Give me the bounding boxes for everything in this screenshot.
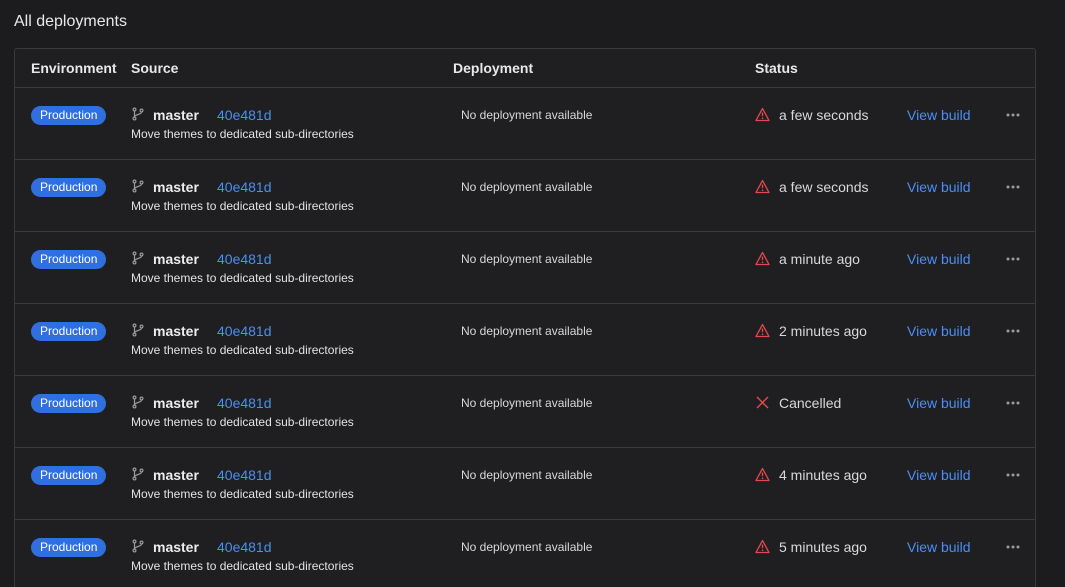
commit-message: Move themes to dedicated sub-directories: [131, 271, 354, 285]
environment-badge: Production: [31, 538, 107, 557]
git-branch-icon: [132, 107, 144, 121]
status-text: a few seconds: [779, 179, 869, 195]
warning-icon: [755, 179, 770, 194]
deployment-status: No deployment available: [461, 180, 593, 194]
warning-icon: [755, 467, 770, 482]
status-text: 5 minutes ago: [779, 539, 867, 555]
commit-message: Move themes to dedicated sub-directories: [131, 559, 354, 573]
view-build-link[interactable]: View build: [907, 539, 971, 555]
view-build-link[interactable]: View build: [907, 395, 971, 411]
status-text: 2 minutes ago: [779, 323, 867, 339]
status-text: a minute ago: [779, 251, 860, 267]
environment-badge: Production: [31, 178, 107, 197]
deployments-table: Environment Source Deployment Status Pro…: [14, 48, 1036, 587]
branch-name: master: [153, 323, 199, 339]
column-header-source: Source: [131, 60, 179, 76]
more-options-icon[interactable]: [1003, 177, 1023, 197]
view-build-link[interactable]: View build: [907, 179, 971, 195]
table-header: Environment Source Deployment Status: [15, 49, 1035, 88]
commit-message: Move themes to dedicated sub-directories: [131, 343, 354, 357]
commit-hash-link[interactable]: 40e481d: [217, 539, 272, 555]
branch-name: master: [153, 179, 199, 195]
branch-name: master: [153, 107, 199, 123]
commit-message: Move themes to dedicated sub-directories: [131, 487, 354, 501]
git-branch-icon: [132, 395, 144, 409]
view-build-link[interactable]: View build: [907, 251, 971, 267]
environment-badge: Production: [31, 106, 107, 125]
commit-hash-link[interactable]: 40e481d: [217, 107, 272, 123]
deployment-status: No deployment available: [461, 540, 593, 554]
more-options-icon[interactable]: [1003, 465, 1023, 485]
commit-hash-link[interactable]: 40e481d: [217, 179, 272, 195]
more-options-icon[interactable]: [1003, 105, 1023, 125]
deployment-status: No deployment available: [461, 108, 593, 122]
cancel-icon: [756, 396, 769, 409]
view-build-link[interactable]: View build: [907, 323, 971, 339]
deployment-status: No deployment available: [461, 468, 593, 482]
warning-icon: [755, 323, 770, 338]
deployment-status: No deployment available: [461, 252, 593, 266]
branch-name: master: [153, 539, 199, 555]
warning-icon: [755, 539, 770, 554]
table-body: Production master 40e481d Move themes to…: [15, 88, 1035, 587]
commit-hash-link[interactable]: 40e481d: [217, 323, 272, 339]
branch-name: master: [153, 251, 199, 267]
branch-name: master: [153, 467, 199, 483]
commit-message: Move themes to dedicated sub-directories: [131, 127, 354, 141]
table-row: Production master 40e481d Move themes to…: [15, 232, 1035, 304]
deployment-status: No deployment available: [461, 396, 593, 410]
table-row: Production master 40e481d Move themes to…: [15, 160, 1035, 232]
git-branch-icon: [132, 323, 144, 337]
column-header-environment: Environment: [31, 60, 117, 76]
commit-hash-link[interactable]: 40e481d: [217, 467, 272, 483]
section-title: All deployments: [14, 13, 127, 30]
git-branch-icon: [132, 539, 144, 553]
more-options-icon[interactable]: [1003, 393, 1023, 413]
git-branch-icon: [132, 467, 144, 481]
more-options-icon[interactable]: [1003, 537, 1023, 557]
commit-hash-link[interactable]: 40e481d: [217, 395, 272, 411]
more-options-icon[interactable]: [1003, 321, 1023, 341]
table-row: Production master 40e481d Move themes to…: [15, 520, 1035, 587]
git-branch-icon: [132, 251, 144, 265]
commit-message: Move themes to dedicated sub-directories: [131, 199, 354, 213]
environment-badge: Production: [31, 466, 107, 485]
git-branch-icon: [132, 179, 144, 193]
environment-badge: Production: [31, 322, 107, 341]
table-row: Production master 40e481d Move themes to…: [15, 448, 1035, 520]
warning-icon: [755, 107, 770, 122]
environment-badge: Production: [31, 250, 107, 269]
column-header-deployment: Deployment: [453, 60, 534, 76]
status-text: Cancelled: [779, 395, 842, 411]
column-header-status: Status: [755, 60, 798, 76]
table-row: Production master 40e481d Move themes to…: [15, 304, 1035, 376]
view-build-link[interactable]: View build: [907, 107, 971, 123]
more-options-icon[interactable]: [1003, 249, 1023, 269]
status-text: 4 minutes ago: [779, 467, 867, 483]
status-text: a few seconds: [779, 107, 869, 123]
commit-hash-link[interactable]: 40e481d: [217, 251, 272, 267]
branch-name: master: [153, 395, 199, 411]
table-row: Production master 40e481d Move themes to…: [15, 376, 1035, 448]
view-build-link[interactable]: View build: [907, 467, 971, 483]
deployment-status: No deployment available: [461, 324, 593, 338]
deployments-page: All deployments Environment Source Deplo…: [0, 0, 1065, 587]
environment-badge: Production: [31, 394, 107, 413]
warning-icon: [755, 251, 770, 266]
table-row: Production master 40e481d Move themes to…: [15, 88, 1035, 160]
commit-message: Move themes to dedicated sub-directories: [131, 415, 354, 429]
